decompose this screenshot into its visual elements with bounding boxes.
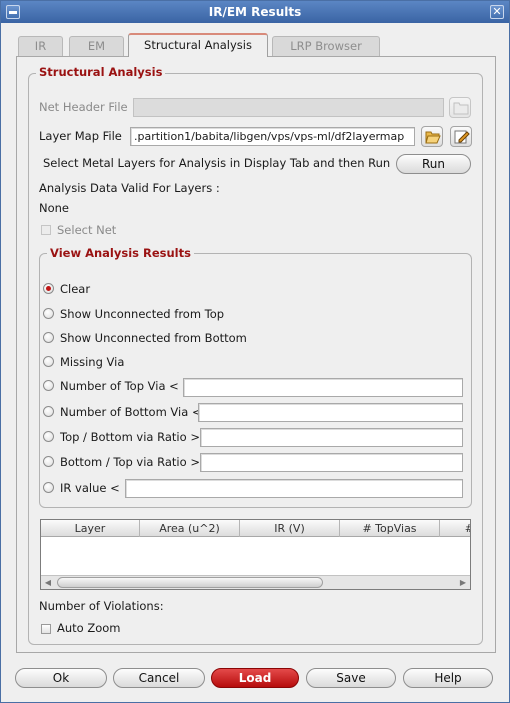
- show-unconnected-bottom-radio[interactable]: [43, 332, 54, 343]
- net-header-browse-button: [449, 97, 471, 118]
- folder-open-icon: [425, 131, 441, 144]
- net-header-field: [133, 98, 444, 117]
- bottom-via-count-input[interactable]: [198, 403, 463, 422]
- missing-via-label: Missing Via: [60, 355, 125, 369]
- cancel-button[interactable]: Cancel: [113, 668, 205, 688]
- select-metal-layers-text: Select Metal Layers for Analysis in Disp…: [43, 156, 391, 170]
- edit-icon: [454, 130, 470, 144]
- tab-lrp-browser[interactable]: LRP Browser: [272, 36, 380, 56]
- view-analysis-results-title: View Analysis Results: [47, 246, 194, 260]
- close-icon[interactable]: ✕: [490, 5, 504, 19]
- title-bar: IR/EM Results ✕: [1, 1, 509, 23]
- column-header-more[interactable]: #: [440, 520, 470, 537]
- show-unconnected-bottom-label: Show Unconnected from Bottom: [60, 331, 247, 345]
- ok-button[interactable]: Ok: [15, 668, 107, 688]
- table-header: Layer Area (u^2) IR (V) # TopVias #: [41, 520, 470, 537]
- horizontal-scrollbar[interactable]: ◀ ▶: [41, 575, 470, 589]
- bottom-via-count-label: Number of Bottom Via <: [60, 405, 202, 419]
- top-via-count-input[interactable]: [183, 378, 463, 397]
- bottom-top-ratio-label: Bottom / Top via Ratio >: [60, 455, 200, 469]
- clear-radio[interactable]: [43, 283, 54, 294]
- folder-icon: [453, 102, 469, 115]
- bottom-via-count-radio[interactable]: [43, 406, 54, 417]
- column-header-top-vias[interactable]: # TopVias: [340, 520, 440, 537]
- column-header-layer[interactable]: Layer: [41, 520, 140, 537]
- top-via-count-label: Number of Top Via <: [60, 379, 179, 393]
- layer-map-label: Layer Map File: [39, 129, 122, 143]
- column-header-ir[interactable]: IR (V): [240, 520, 340, 537]
- top-bottom-ratio-input[interactable]: [200, 428, 463, 447]
- window-menu-icon[interactable]: [6, 5, 20, 19]
- structural-analysis-title: Structural Analysis: [36, 65, 166, 79]
- ir-em-results-window: IR/EM Results ✕ IR EM Structural Analysi…: [0, 0, 510, 703]
- select-net-checkbox: [41, 225, 51, 235]
- violations-label: Number of Violations:: [39, 599, 164, 613]
- layer-map-browse-button[interactable]: [421, 126, 443, 147]
- bottom-top-ratio-input[interactable]: [200, 453, 463, 472]
- auto-zoom-label: Auto Zoom: [57, 621, 121, 635]
- scroll-right-icon[interactable]: ▶: [457, 577, 469, 588]
- load-button[interactable]: Load: [211, 668, 299, 688]
- net-header-label: Net Header File: [39, 100, 128, 114]
- top-bottom-ratio-radio[interactable]: [43, 431, 54, 442]
- clear-label: Clear: [60, 282, 91, 296]
- save-button[interactable]: Save: [306, 668, 396, 688]
- auto-zoom-checkbox[interactable]: [41, 624, 51, 634]
- window-title: IR/EM Results: [208, 5, 302, 19]
- tab-structural-analysis[interactable]: Structural Analysis: [128, 33, 268, 57]
- top-bottom-ratio-label: Top / Bottom via Ratio >: [60, 430, 200, 444]
- scrollbar-thumb[interactable]: [57, 577, 323, 588]
- show-unconnected-top-label: Show Unconnected from Top: [60, 307, 225, 321]
- ir-value-label: IR value <: [60, 481, 120, 495]
- column-header-area[interactable]: Area (u^2): [140, 520, 240, 537]
- top-via-count-radio[interactable]: [43, 380, 54, 391]
- run-button[interactable]: Run: [396, 154, 471, 174]
- valid-layers-value: None: [39, 201, 70, 215]
- ir-value-input[interactable]: [125, 479, 463, 498]
- scroll-left-icon[interactable]: ◀: [42, 577, 54, 588]
- valid-layers-label: Analysis Data Valid For Layers :: [39, 181, 220, 195]
- tab-ir[interactable]: IR: [18, 36, 63, 56]
- help-button[interactable]: Help: [403, 668, 493, 688]
- show-unconnected-top-radio[interactable]: [43, 308, 54, 319]
- layer-map-edit-button[interactable]: [450, 126, 472, 147]
- ir-value-radio[interactable]: [43, 482, 54, 493]
- select-net-label: Select Net: [57, 223, 117, 237]
- results-table[interactable]: Layer Area (u^2) IR (V) # TopVias # ◀ ▶: [40, 519, 471, 590]
- bottom-top-ratio-radio[interactable]: [43, 456, 54, 467]
- tab-em[interactable]: EM: [69, 36, 124, 56]
- missing-via-radio[interactable]: [43, 356, 54, 367]
- layer-map-field[interactable]: .partition1/babita/libgen/vps/vps-ml/df2…: [130, 127, 415, 146]
